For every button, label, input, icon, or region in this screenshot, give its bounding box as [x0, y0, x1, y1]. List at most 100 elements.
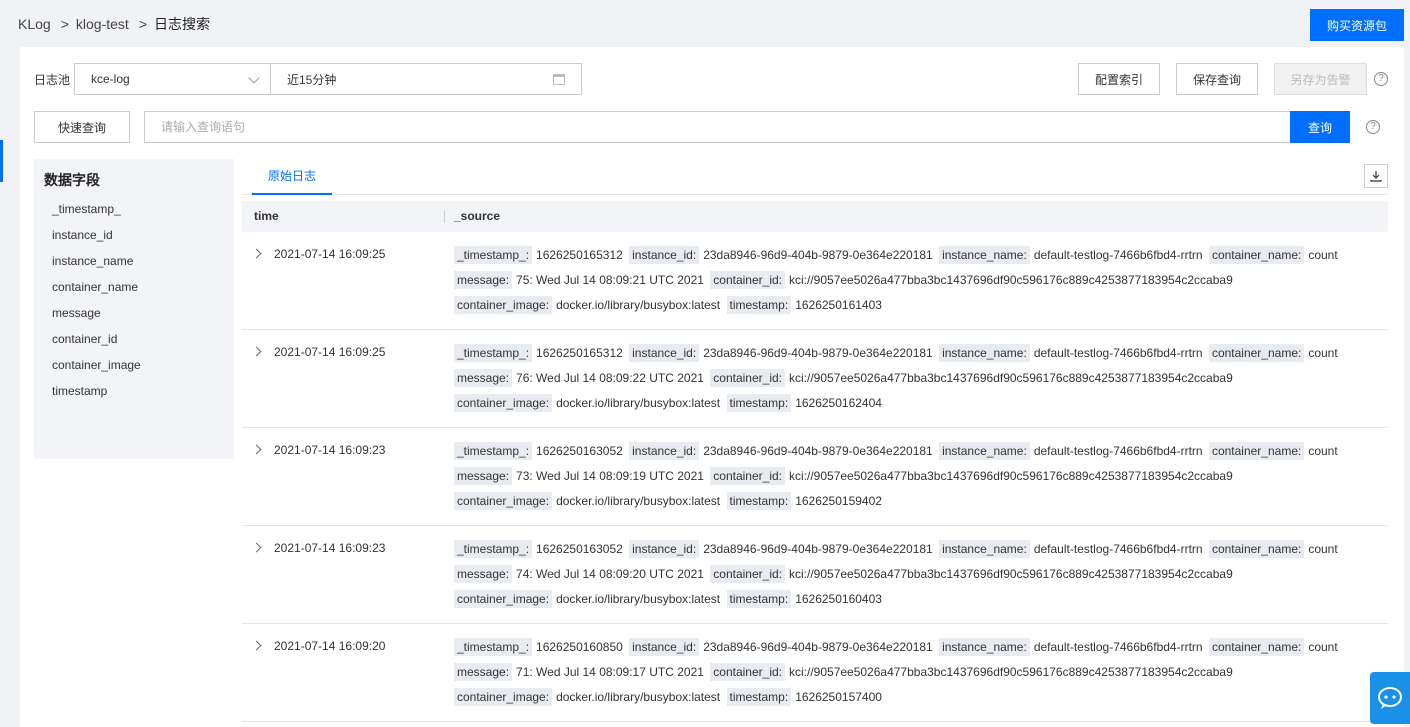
download-button[interactable]	[1364, 164, 1388, 188]
chevron-right-icon[interactable]	[251, 640, 262, 651]
log-field-key[interactable]: container_name:	[1208, 638, 1305, 656]
log-field-key[interactable]: _timestamp_:	[454, 344, 533, 362]
field-item[interactable]: container_image	[52, 358, 141, 372]
help-icon[interactable]: ?	[1374, 72, 1388, 86]
log-field-key[interactable]: message:	[454, 565, 513, 583]
log-field-key[interactable]: container_image:	[454, 296, 553, 314]
log-source: _timestamp_: 1626250165312 instance_id: 23…	[454, 341, 1374, 416]
log-field-key[interactable]: _timestamp_:	[454, 638, 533, 656]
field-item[interactable]: instance_id	[52, 228, 113, 242]
column-time: time	[254, 209, 279, 223]
log-field-key[interactable]: instance_name:	[939, 344, 1030, 362]
config-index-button[interactable]: 配置索引	[1078, 63, 1160, 95]
log-field-key[interactable]: timestamp:	[726, 688, 792, 706]
time-range-value: 近15分钟	[287, 72, 337, 87]
log-row[interactable]: 2021-07-14 16:09:25 _timestamp_: 162625016…	[242, 330, 1388, 428]
log-row[interactable]: 2021-07-14 16:09:20 _timestamp_: 162625016…	[242, 624, 1388, 722]
log-field-key[interactable]: instance_name:	[939, 638, 1030, 656]
log-field-key[interactable]: message:	[454, 271, 513, 289]
log-field-key[interactable]: instance_id:	[629, 344, 700, 362]
log-field-value: 1626250161403	[795, 298, 882, 312]
log-field-value: 23da8946-96d9-404b-9879-0e364e220181	[703, 444, 933, 458]
log-field-key[interactable]: container_image:	[454, 394, 553, 412]
log-pool-select[interactable]: kce-log	[74, 63, 271, 95]
log-row[interactable]: 2021-07-14 16:09:23 _timestamp_: 162625016…	[242, 428, 1388, 526]
log-field-value: kci://9057ee5026a477bba3bc1437696df90c59…	[789, 371, 1233, 385]
field-item[interactable]: container_id	[52, 332, 117, 346]
main-panel: 日志池 kce-log 近15分钟 配置索引 保存查询 另存为告警 ? 快速查询…	[20, 47, 1404, 727]
log-field-value: kci://9057ee5026a477bba3bc1437696df90c59…	[789, 273, 1233, 287]
download-icon	[1370, 171, 1382, 182]
save-as-alarm-button[interactable]: 另存为告警	[1274, 63, 1367, 95]
chevron-right-icon[interactable]	[251, 542, 262, 553]
log-field-key[interactable]: timestamp:	[726, 590, 792, 608]
log-field-key[interactable]: _timestamp_:	[454, 442, 533, 460]
log-row[interactable]: 2021-07-14 16:09:23 _timestamp_: 162625016…	[242, 526, 1388, 624]
save-query-button[interactable]: 保存查询	[1176, 63, 1258, 95]
log-field-key[interactable]: container_name:	[1208, 344, 1305, 362]
log-field-key[interactable]: container_id:	[710, 467, 785, 485]
query-input[interactable]	[144, 111, 1291, 143]
log-field-key[interactable]: container_name:	[1208, 246, 1305, 264]
log-field-key[interactable]: container_name:	[1208, 442, 1305, 460]
log-field-key[interactable]: container_id:	[710, 565, 785, 583]
log-field-key[interactable]: container_image:	[454, 492, 553, 510]
help-icon[interactable]: ?	[1366, 120, 1380, 134]
field-item[interactable]: timestamp	[52, 384, 107, 398]
field-item[interactable]: instance_name	[52, 254, 133, 268]
log-field-value: 1626250163052	[536, 542, 623, 556]
nav-active-indicator	[0, 140, 3, 182]
tab-raw-logs[interactable]: 原始日志	[252, 159, 333, 195]
log-field-key[interactable]: instance_name:	[939, 442, 1030, 460]
breadcrumb-klog[interactable]: KLog	[18, 16, 51, 32]
log-field-key[interactable]: instance_name:	[939, 246, 1030, 264]
log-field-value: default-testlog-7466b6fbd4-rrtrn	[1033, 444, 1203, 458]
log-field-value: 73: Wed Jul 14 08:09:19 UTC 2021	[516, 469, 704, 483]
log-field-key[interactable]: _timestamp_:	[454, 540, 533, 558]
log-field-value: kci://9057ee5026a477bba3bc1437696df90c59…	[789, 469, 1233, 483]
log-field-key[interactable]: container_id:	[710, 663, 785, 681]
log-field-key[interactable]: message:	[454, 663, 513, 681]
log-field-key[interactable]: container_id:	[710, 369, 785, 387]
log-source: _timestamp_: 1626250163052 instance_id: 23…	[454, 537, 1374, 612]
log-field-key[interactable]: container_image:	[454, 688, 553, 706]
breadcrumb-separator: >	[60, 16, 69, 32]
log-field-key[interactable]: instance_id:	[629, 540, 700, 558]
log-field-key[interactable]: timestamp:	[726, 296, 792, 314]
chevron-right-icon[interactable]	[251, 346, 262, 357]
time-range-picker[interactable]: 近15分钟	[270, 63, 582, 95]
log-field-key[interactable]: container_image:	[454, 590, 553, 608]
log-field-key[interactable]: _timestamp_:	[454, 246, 533, 264]
breadcrumb-current: 日志搜索	[154, 16, 210, 32]
log-field-key[interactable]: timestamp:	[726, 492, 792, 510]
log-field-value: 71: Wed Jul 14 08:09:17 UTC 2021	[516, 665, 704, 679]
log-field-value: default-testlog-7466b6fbd4-rrtrn	[1033, 248, 1203, 262]
page-header: KLog > klog-test > 日志搜索 购买资源包	[0, 0, 1410, 47]
log-field-key[interactable]: container_id:	[710, 271, 785, 289]
chevron-right-icon[interactable]	[251, 444, 262, 455]
log-time: 2021-07-14 16:09:20	[274, 639, 386, 653]
buy-resource-pack-button[interactable]: 购买资源包	[1310, 9, 1404, 41]
log-field-key[interactable]: message:	[454, 369, 513, 387]
chat-icon	[1378, 687, 1402, 709]
breadcrumb: KLog > klog-test > 日志搜索	[18, 14, 210, 34]
quick-query-button[interactable]: 快速查询	[34, 111, 130, 143]
field-item[interactable]: container_name	[52, 280, 138, 294]
chevron-right-icon[interactable]	[251, 248, 262, 259]
query-submit-button[interactable]: 查询	[1290, 111, 1350, 143]
chat-support-button[interactable]	[1370, 672, 1410, 724]
log-field-key[interactable]: instance_id:	[629, 442, 700, 460]
log-field-key[interactable]: container_name:	[1208, 540, 1305, 558]
log-pool-label: 日志池	[34, 73, 71, 87]
breadcrumb-project[interactable]: klog-test	[76, 16, 129, 32]
log-field-value: kci://9057ee5026a477bba3bc1437696df90c59…	[789, 567, 1233, 581]
field-item[interactable]: _timestamp_	[52, 202, 121, 216]
field-item[interactable]: message	[52, 306, 101, 320]
log-table-header: time _source	[242, 201, 1388, 232]
log-field-key[interactable]: instance_id:	[629, 246, 700, 264]
log-field-key[interactable]: timestamp:	[726, 394, 792, 412]
log-field-key[interactable]: instance_id:	[629, 638, 700, 656]
log-row[interactable]: 2021-07-14 16:09:25 _timestamp_: 162625016…	[242, 232, 1388, 330]
log-field-key[interactable]: instance_name:	[939, 540, 1030, 558]
log-field-key[interactable]: message:	[454, 467, 513, 485]
